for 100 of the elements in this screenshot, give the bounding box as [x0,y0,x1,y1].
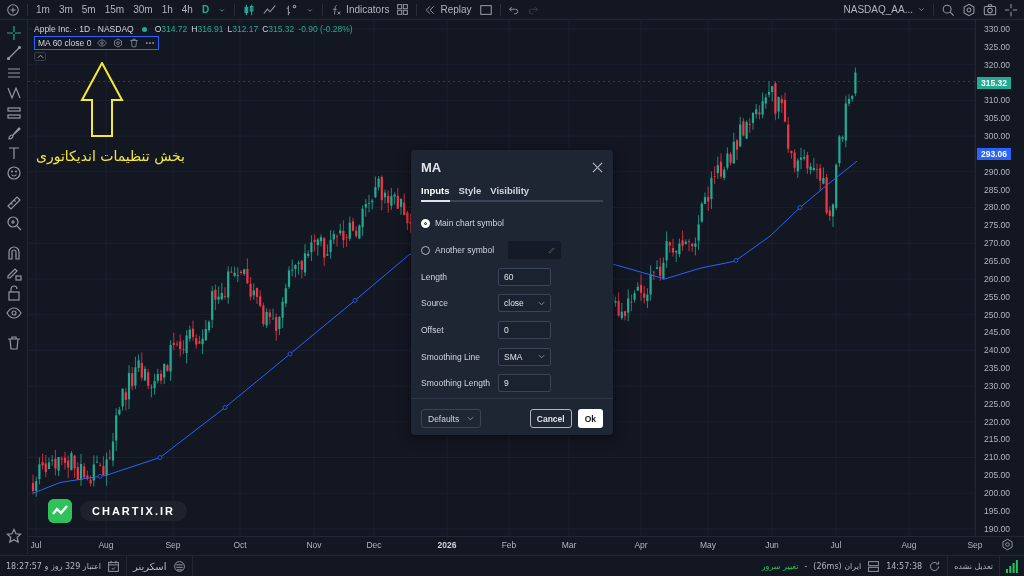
symbol-selector[interactable]: NASDAQ_AA... [843,4,926,15]
ruler-lines-icon[interactable] [5,105,22,121]
chevron-up-icon [36,54,44,59]
price-label: 255.00 [983,290,1011,303]
date-label: Feb [501,540,517,550]
settings-icon[interactable] [1001,538,1014,551]
line-chart-icon[interactable] [263,2,278,17]
price-label: 195.00 [983,504,1011,517]
lock-icon[interactable] [5,285,22,301]
eye-icon[interactable] [97,38,108,48]
price-label: 330.00 [983,23,1011,35]
crosshair-icon[interactable] [5,25,22,41]
price-label: 285.00 [983,183,1011,196]
price-label: 280.00 [983,201,1011,214]
add-icon[interactable] [6,2,20,17]
star-icon[interactable] [5,528,22,544]
dialog-tab[interactable]: Visibility [490,185,530,202]
date-label: Sep [165,540,181,550]
input-field[interactable]: 9 [498,374,551,393]
input-field[interactable]: 60 [498,267,551,286]
indicator-legend[interactable]: MA 60 close 0 [34,36,160,50]
price-label: 205.00 [983,469,1011,482]
date-label: May [699,540,717,550]
ok-button[interactable]: Ok [577,409,603,428]
calendar-icon[interactable] [107,560,120,573]
interval-button[interactable]: 1h [160,4,174,15]
interval-button[interactable]: 1m [35,4,51,15]
bar-chart-icon[interactable] [284,2,299,17]
price-badge: 293.06 [977,147,1011,160]
magnet-icon[interactable] [5,245,22,261]
interval-button[interactable]: 4h [180,4,194,15]
zoom-in-icon[interactable] [5,215,22,231]
square-icon[interactable] [478,2,493,17]
date-label: Sep [967,540,983,550]
interval-button[interactable]: 3m [57,4,74,15]
collapse-button[interactable] [34,52,46,61]
server-text: ایران (26ms) [813,562,862,571]
eye-icon[interactable] [5,305,22,321]
interval-button[interactable]: 30m [132,4,154,15]
price-change: -0.90 (-0.28%) [298,24,353,34]
magnifier-icon[interactable] [941,2,955,17]
candlestick-icon[interactable] [242,2,257,17]
ohlc-value: H316.91 [191,24,224,34]
input-field[interactable]: 0 [498,321,551,340]
radio-option[interactable]: Another symbol [421,245,508,256]
annotation-text: بخش تنظیمات اندیکاتوری [36,148,185,164]
field-label: Length [421,271,448,282]
price-label: 245.00 [983,326,1011,339]
server-icon[interactable] [867,560,881,573]
dropdown[interactable]: SMA [498,347,551,366]
function-icon [330,3,343,16]
date-label: Mar [561,540,577,550]
date-label: 2026 [437,540,457,550]
date-label: Jul [30,540,42,550]
camera-icon[interactable] [983,2,997,17]
logo-icon [48,499,72,523]
screener-button[interactable]: اسکرینر [133,561,167,572]
price-label: 235.00 [983,362,1011,375]
price-label: 225.00 [983,397,1011,410]
radio-option[interactable]: Main chart symbol [421,218,508,229]
cancel-button[interactable]: Cancel [529,409,572,428]
refresh-icon[interactable] [928,560,942,573]
date-label: Aug [901,540,917,550]
logo-text: CHARTIX.IR [80,501,187,521]
price-label: 230.00 [983,379,1011,392]
date-label: Jul [830,540,842,550]
caret-icon [467,416,475,421]
replay-button[interactable]: Replay [424,3,472,16]
change-server-link[interactable]: تغییر سرور [761,562,799,571]
trash-icon[interactable] [5,335,22,351]
settings-icon[interactable] [962,2,976,17]
up-arrow-icon [80,62,124,137]
price-label: 320.00 [983,58,1011,71]
field-label: Source [421,298,449,309]
signal-icon [1006,560,1018,573]
symbol-field[interactable] [508,241,561,260]
interval-button[interactable]: 15m [103,4,126,15]
screener-icon[interactable] [172,560,186,573]
trend-line-icon[interactable] [5,45,22,61]
smiley-icon[interactable] [5,165,22,181]
close-button[interactable] [592,162,603,173]
date-label: Oct [233,540,247,550]
defaults-dropdown[interactable]: Defaults [421,409,482,428]
pattern-icon[interactable] [5,85,22,101]
interval-button[interactable]: 5m [80,4,97,15]
dialog-tab[interactable]: Inputs [421,185,450,202]
price-label: 310.00 [983,94,1011,107]
indicators-button[interactable]: Indicators [330,3,390,16]
status-dot [141,26,147,32]
dialog-tab[interactable]: Style [458,185,482,202]
crosshair-icon[interactable] [1004,2,1018,17]
price-label: 260.00 [983,272,1011,285]
price-label: 220.00 [983,415,1011,428]
interval-button[interactable]: D [200,4,211,15]
ruler-icon[interactable] [5,195,22,211]
brush-icon[interactable] [5,125,22,141]
dropdown[interactable]: close [498,294,551,313]
grid-icon[interactable] [396,3,410,16]
settings-icon[interactable] [113,38,124,48]
trash-icon[interactable] [129,38,140,48]
